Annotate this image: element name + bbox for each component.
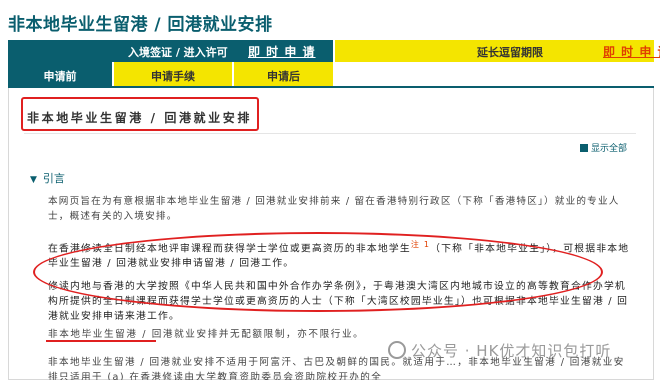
tab-entry-visa-label: 入境签证 / 进入许可 (128, 46, 228, 59)
tab-after-application[interactable]: 申请后 (234, 62, 333, 86)
watermark-text: 公众号 · HK优才知识包打听 (411, 342, 612, 360)
quota-text-tail: / 回港就业安排并无配额限制，亦不限行业。 (137, 329, 365, 340)
tab-entry-visa[interactable]: 入境签证 / 进入许可 即 时 申 请 (8, 40, 333, 62)
intro-paragraph: 本网页旨在为有意根据非本地毕业生留港 / 回港就业安排前来 / 留在香港特别行政… (48, 196, 620, 222)
tab-extension-label: 延长逗留期限 (477, 46, 543, 59)
tab-application-procedure[interactable]: 申请手续 (114, 62, 232, 86)
section-divider (24, 133, 636, 134)
caret-down-icon: ▼ (30, 175, 37, 185)
title-highlight-annotation (21, 97, 259, 131)
quota-text-head: 非本地毕业生留港 (48, 329, 138, 340)
underline-annotation (46, 340, 156, 342)
tabs-secondary: 申请前 申请手续 申请后 (8, 62, 654, 86)
intro-accordion-header[interactable]: ▼ 引言 (30, 170, 65, 186)
intro-label: 引言 (42, 172, 65, 185)
top-nav-strip (0, 0, 660, 6)
watermark: 公众号 · HK优才知识包打听 (388, 340, 611, 361)
expand-square-icon (580, 144, 588, 152)
tabs-primary: 入境签证 / 进入许可 即 时 申 请 延长逗留期限 即 时 申 请 (8, 40, 660, 62)
tab-before-application[interactable]: 申请前 (8, 62, 112, 86)
wechat-icon (388, 341, 406, 359)
show-all-label: 显示全部 (591, 144, 628, 154)
page-title: 非本地毕业生留港 / 回港就业安排 (8, 15, 273, 35)
entry-apply-now-link[interactable]: 即 时 申 请 (248, 43, 316, 60)
extend-apply-now-link[interactable]: 即 时 申 请 (603, 43, 660, 60)
ellipse-highlight-annotation (33, 232, 603, 312)
tab-extension-of-stay[interactable]: 延长逗留期限 即 时 申 请 (335, 40, 660, 62)
show-all-toggle[interactable]: 显示全部 (580, 141, 627, 154)
